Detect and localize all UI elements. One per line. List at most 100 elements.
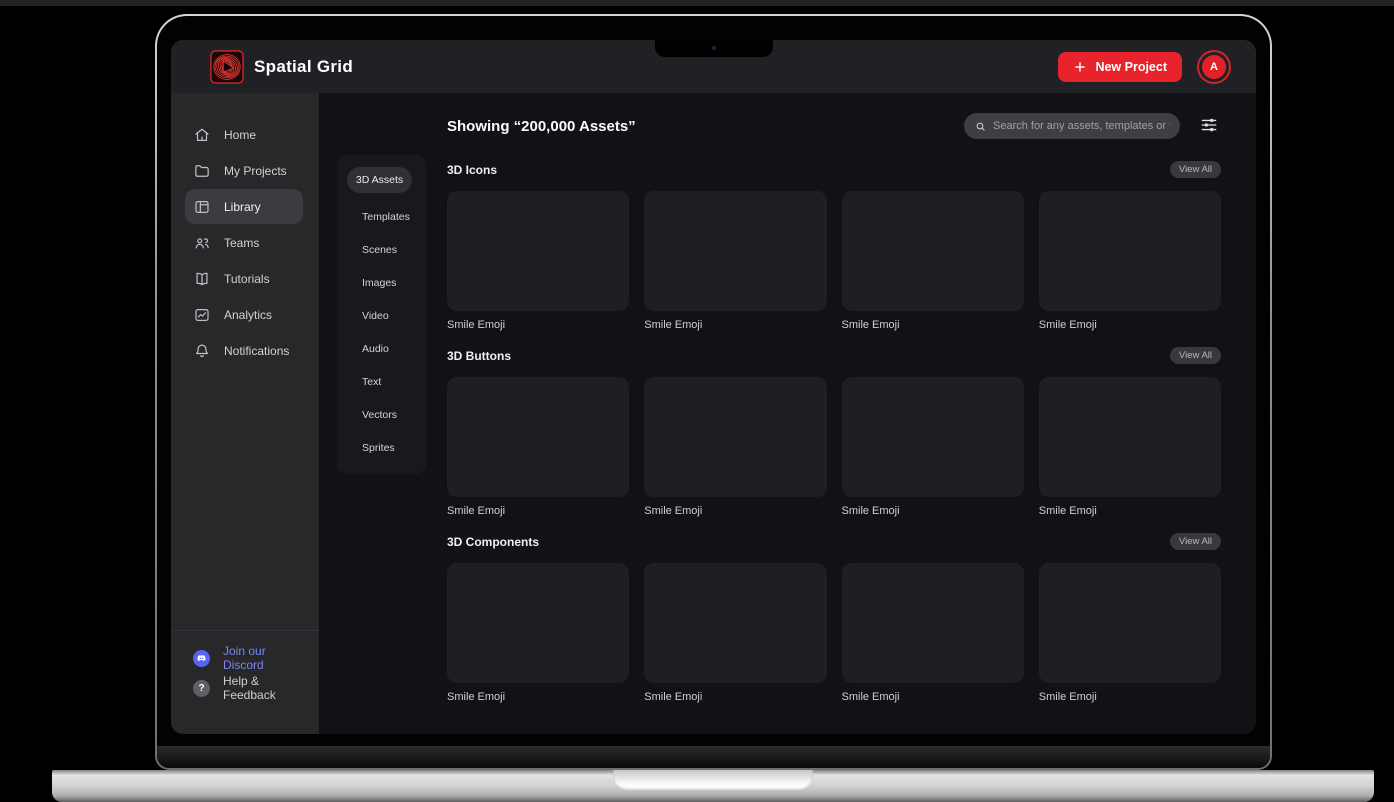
laptop-base (52, 770, 1374, 802)
search-bar[interactable] (964, 113, 1180, 139)
folder-icon (193, 162, 211, 180)
filter-sliders-icon[interactable] (1199, 115, 1221, 137)
asset-card[interactable] (1039, 191, 1221, 311)
asset-grid: Smile Emoji Smile Emoji Smile Emoji Smil… (447, 191, 1221, 331)
new-project-label: New Project (1095, 60, 1167, 74)
asset-cell: Smile Emoji (644, 563, 826, 703)
asset-card[interactable] (644, 563, 826, 683)
category-item-label: Text (362, 376, 381, 388)
sidebar-item-label: Home (224, 128, 256, 142)
laptop-frame: Spatial Grid New Project A (155, 14, 1272, 770)
category-item-vectors[interactable]: Vectors (337, 398, 426, 431)
search-input[interactable] (993, 120, 1170, 132)
asset-card[interactable] (842, 377, 1024, 497)
sidebar-footer-item[interactable]: ? Help & Feedback (185, 673, 303, 703)
search-icon (974, 120, 987, 133)
sidebar-item-notifications[interactable]: Notifications (185, 333, 303, 368)
section-title: 3D Icons (447, 163, 497, 177)
asset-card[interactable] (1039, 377, 1221, 497)
category-item-video[interactable]: Video (337, 299, 426, 332)
asset-card[interactable] (644, 191, 826, 311)
teams-icon (193, 234, 211, 252)
asset-card[interactable] (842, 563, 1024, 683)
app-window: Spatial Grid New Project A (171, 40, 1256, 734)
asset-card[interactable] (1039, 563, 1221, 683)
results-heading: Showing “200,000 Assets” (447, 118, 636, 135)
asset-cell: Smile Emoji (447, 191, 629, 331)
asset-card-label: Smile Emoji (842, 319, 1024, 331)
laptop-hinge (157, 746, 1270, 768)
laptop-notch (655, 40, 773, 57)
asset-card-label: Smile Emoji (644, 319, 826, 331)
sidebar-item-label: Analytics (224, 308, 272, 322)
asset-card[interactable] (447, 563, 629, 683)
laptop-base-scoop (613, 770, 813, 790)
category-item-images[interactable]: Images (337, 266, 426, 299)
spatial-grid-logo-icon (210, 50, 244, 84)
asset-card-label: Smile Emoji (644, 505, 826, 517)
new-project-button[interactable]: New Project (1058, 52, 1182, 82)
view-all-button[interactable]: View All (1170, 533, 1221, 550)
category-item-label: Sprites (362, 442, 395, 454)
asset-cell: Smile Emoji (1039, 563, 1221, 703)
avatar-initial: A (1210, 61, 1218, 73)
sidebar-item-my-projects[interactable]: My Projects (185, 153, 303, 188)
laptop-camera-icon (712, 46, 716, 50)
asset-cell: Smile Emoji (1039, 191, 1221, 331)
sidebar-footer-label: Join our Discord (223, 644, 303, 672)
asset-card-label: Smile Emoji (1039, 505, 1221, 517)
asset-cell: Smile Emoji (447, 563, 629, 703)
book-icon (193, 270, 211, 288)
discord-icon (193, 650, 210, 667)
sidebar-item-label: Library (224, 200, 261, 214)
category-item-text[interactable]: Text (337, 365, 426, 398)
sidebar-item-label: Teams (224, 236, 259, 250)
sidebar-item-tutorials[interactable]: Tutorials (185, 261, 303, 296)
category-item-templates[interactable]: Templates (337, 200, 426, 233)
plus-icon (1073, 60, 1087, 74)
asset-card-label: Smile Emoji (1039, 319, 1221, 331)
sidebar-item-label: My Projects (224, 164, 287, 178)
sidebar-item-library[interactable]: Library (185, 189, 303, 224)
asset-cell: Smile Emoji (842, 377, 1024, 517)
asset-card[interactable] (447, 377, 629, 497)
asset-card[interactable] (842, 191, 1024, 311)
asset-card[interactable] (644, 377, 826, 497)
sidebar-item-teams[interactable]: Teams (185, 225, 303, 260)
asset-grid: Smile Emoji Smile Emoji Smile Emoji Smil… (447, 377, 1221, 517)
category-item-audio[interactable]: Audio (337, 332, 426, 365)
asset-cell: Smile Emoji (447, 377, 629, 517)
asset-cell: Smile Emoji (1039, 377, 1221, 517)
asset-card-label: Smile Emoji (447, 319, 629, 331)
sidebar-item-analytics[interactable]: Analytics (185, 297, 303, 332)
sidebar-item-home[interactable]: Home (185, 117, 303, 152)
content-area: 3D Assets Templates Scenes Images Video … (319, 93, 1256, 734)
asset-grid: Smile Emoji Smile Emoji Smile Emoji Smil… (447, 563, 1221, 703)
sidebar-footer-item[interactable]: Join our Discord (185, 643, 303, 673)
category-item-label: Vectors (362, 409, 397, 421)
asset-cell: Smile Emoji (842, 191, 1024, 331)
sidebar: Home My Projects Library Teams Tutorials… (171, 93, 319, 734)
help-icon: ? (193, 680, 210, 697)
category-item-3d-assets[interactable]: 3D Assets (347, 167, 412, 193)
section-header: 3D Buttons View All (447, 347, 1221, 364)
view-all-button[interactable]: View All (1170, 161, 1221, 178)
category-item-scenes[interactable]: Scenes (337, 233, 426, 266)
asset-card-label: Smile Emoji (447, 691, 629, 703)
analytics-icon (193, 306, 211, 324)
section-title: 3D Components (447, 535, 539, 549)
category-item-label: Scenes (362, 244, 397, 256)
category-item-sprites[interactable]: Sprites (337, 431, 426, 464)
asset-cell: Smile Emoji (842, 563, 1024, 703)
category-item-label: Video (362, 310, 389, 322)
section-header: 3D Icons View All (447, 161, 1221, 178)
sidebar-item-label: Notifications (224, 344, 289, 358)
view-all-button[interactable]: View All (1170, 347, 1221, 364)
avatar[interactable]: A (1202, 55, 1226, 79)
page-top-strip (0, 0, 1394, 6)
asset-card[interactable] (447, 191, 629, 311)
asset-card-label: Smile Emoji (644, 691, 826, 703)
category-item-label: Audio (362, 343, 389, 355)
sidebar-nav: Home My Projects Library Teams Tutorials… (171, 93, 319, 369)
asset-section: 3D Components View All Smile Emoji Smile… (447, 533, 1221, 703)
